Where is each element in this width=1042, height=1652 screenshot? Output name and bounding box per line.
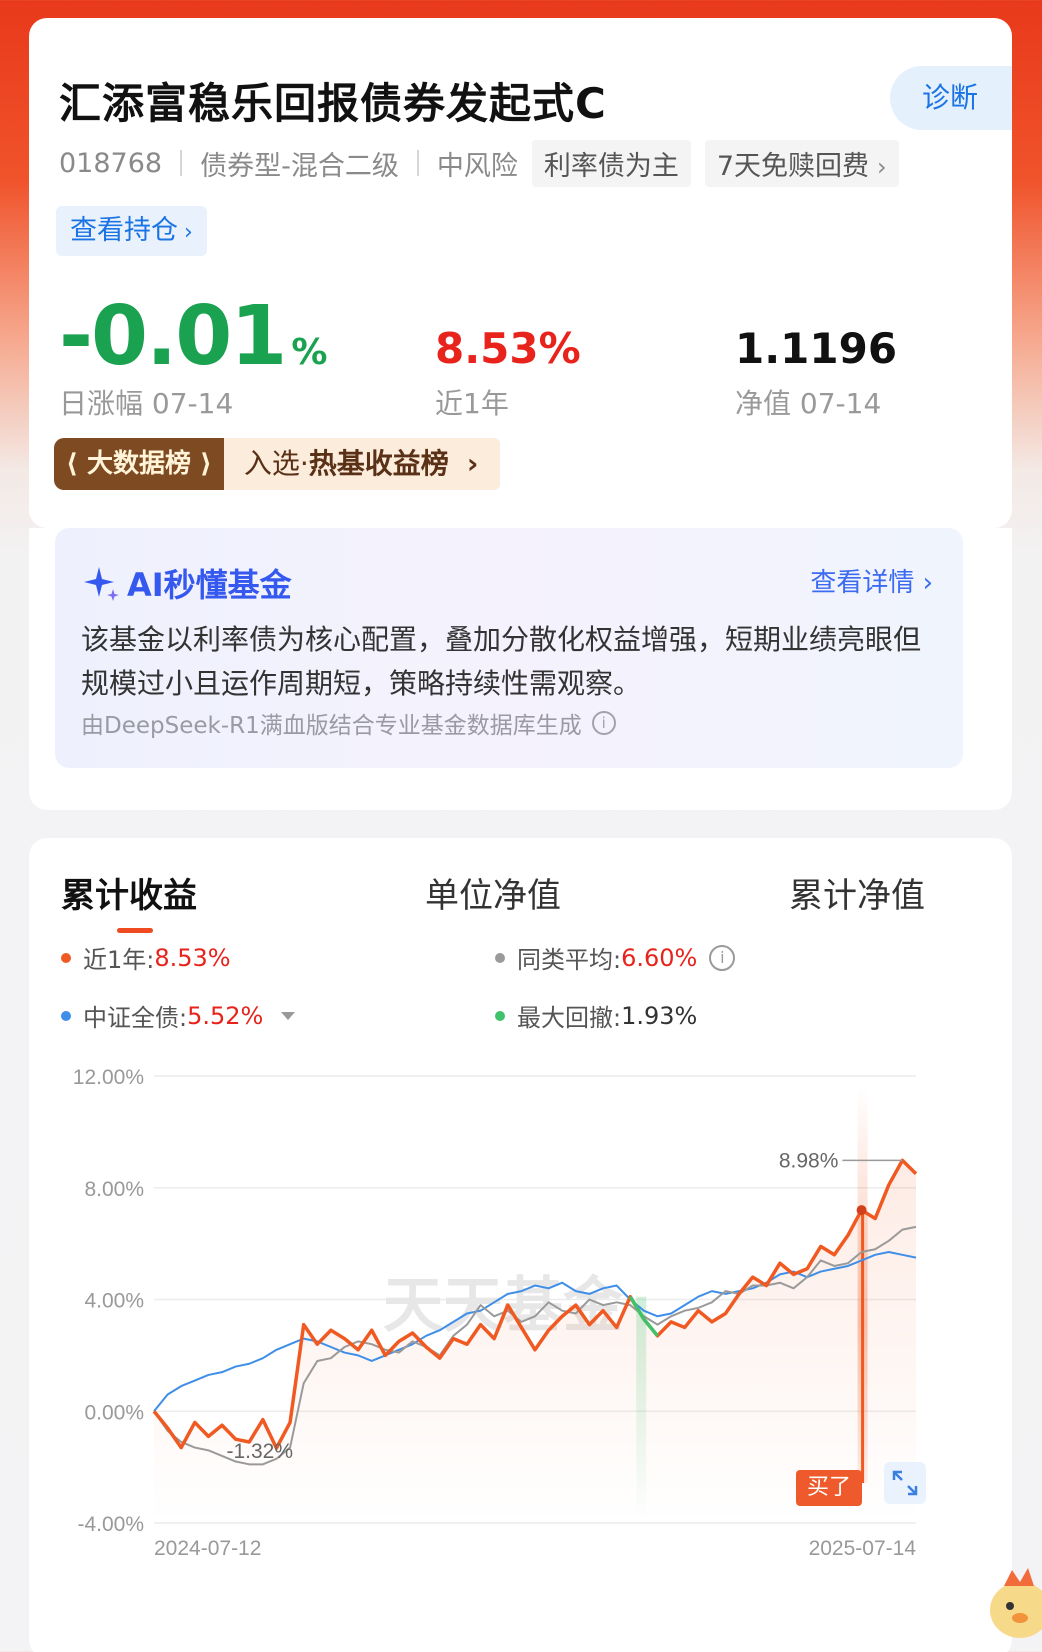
fund-area-fill	[154, 1160, 916, 1523]
fund-meta: 018768 债券型-混合二级 中风险 利率债为主 7天免赎回费 ›	[59, 139, 899, 187]
ranking-text: 入选·热基收益榜 ›	[223, 438, 501, 490]
chevron-right-icon: ›	[184, 220, 193, 245]
ai-summary-card: AI秒懂基金 查看详情 › 该基金以利率债为核心配置，叠加分散化权益增强，短期业…	[29, 528, 1012, 810]
ai-summary-text: 该基金以利率债为核心配置，叠加分散化权益增强，短期业绩亮眼但规模过小且运作周期短…	[81, 623, 922, 700]
diagnose-button[interactable]: 诊断	[890, 66, 1012, 130]
chevron-right-icon: ›	[877, 152, 887, 181]
legend-drawdown: 最大回撤: 1.93%	[495, 998, 697, 1033]
divider	[416, 150, 419, 176]
chevron-right-icon: ›	[466, 447, 479, 480]
active-tab-indicator	[117, 928, 153, 933]
drawdown-band	[636, 1296, 647, 1523]
fund-risk: 中风险	[436, 150, 518, 182]
x-start-label: 2024-07-12	[154, 1537, 261, 1558]
fund-name: 汇添富稳乐回报债券发起式C	[59, 79, 607, 128]
nav-value: 1.1196	[735, 324, 898, 373]
big-data-badge: ⟨ 大数据榜 ⟩	[54, 438, 224, 490]
y-tick-label: 4.00%	[84, 1290, 144, 1313]
strategy-tag: 利率债为主	[531, 139, 691, 187]
fee-tag[interactable]: 7天免赎回费 ›	[704, 139, 899, 187]
y-tick-label: 0.00%	[84, 1401, 144, 1424]
ranking-banner[interactable]: ⟨ 大数据榜 ⟩ 入选·热基收益榜 ›	[54, 438, 501, 490]
info-icon[interactable]: i	[709, 944, 736, 971]
view-holdings-label: 查看持仓	[70, 215, 178, 246]
tab-cumulative-return[interactable]: 累计收益	[61, 868, 197, 917]
legend-dot	[495, 1010, 505, 1021]
performance-card: 累计收益 单位净值 累计净值 近1年: 8.53% 同类平均: 6.60% i 中证…	[29, 838, 1012, 1652]
fund-category: 债券型-混合二级	[200, 150, 399, 182]
year-return-label: 近1年	[435, 387, 509, 420]
divider	[180, 150, 183, 176]
legend-index[interactable]: 中证全债: 5.52%	[61, 998, 296, 1033]
fund-header-card: 汇添富稳乐回报债券发起式C 诊断 018768 债券型-混合二级 中风险 利率债…	[29, 18, 1012, 528]
buy-marker-tag[interactable]: 买了	[796, 1470, 862, 1506]
legend-dot	[61, 1010, 71, 1021]
x-end-label: 2025-07-14	[809, 1537, 917, 1558]
view-holdings-button[interactable]: 查看持仓 ›	[56, 206, 207, 256]
sparkle-icon	[84, 567, 119, 601]
legend-dot	[61, 952, 71, 963]
tab-unit-nav[interactable]: 单位净值	[425, 868, 561, 917]
ai-title: AI秒懂基金	[81, 560, 292, 606]
y-tick-label: 8.00%	[84, 1178, 144, 1201]
legend-peer: 同类平均: 6.60% i	[495, 940, 736, 975]
legend-fund: 近1年: 8.53%	[61, 940, 231, 975]
buy-point[interactable]	[856, 1205, 867, 1216]
return-chart[interactable]: 12.00%8.00%4.00%0.00%-4.00%天天基金8.98%-1.3…	[29, 1058, 1012, 1558]
caret-down-icon	[281, 1011, 296, 1020]
year-return: 8.53%	[435, 324, 581, 373]
chevron-right-icon: ›	[922, 568, 933, 598]
y-tick-label: 12.00%	[73, 1066, 144, 1089]
expand-icon	[892, 1470, 918, 1496]
expand-chart-button[interactable]	[884, 1462, 926, 1504]
tab-cumulative-nav[interactable]: 累计净值	[789, 868, 925, 917]
fund-code: 018768	[59, 147, 163, 179]
ai-view-details-link[interactable]: 查看详情 ›	[810, 562, 933, 599]
daily-change: -0.01%	[59, 289, 327, 384]
ai-source-note: 由DeepSeek-R1满血版结合专业基金数据库生成 i	[81, 706, 616, 740]
chart-tabs: 累计收益 单位净值 累计净值	[29, 868, 1012, 938]
min-annotation-label: -1.32%	[226, 1440, 293, 1463]
max-annotation-label: 8.98%	[779, 1149, 839, 1172]
ai-summary-box: AI秒懂基金 查看详情 › 该基金以利率债为核心配置，叠加分散化权益增强，短期业…	[55, 528, 963, 768]
legend-dot	[495, 952, 505, 963]
info-icon[interactable]: i	[591, 711, 616, 735]
y-tick-label: -4.00%	[77, 1513, 144, 1536]
nav-label: 净值 07-14	[735, 387, 882, 420]
mascot-icon[interactable]	[982, 1560, 1042, 1650]
daily-change-label: 日涨幅 07-14	[59, 387, 234, 420]
